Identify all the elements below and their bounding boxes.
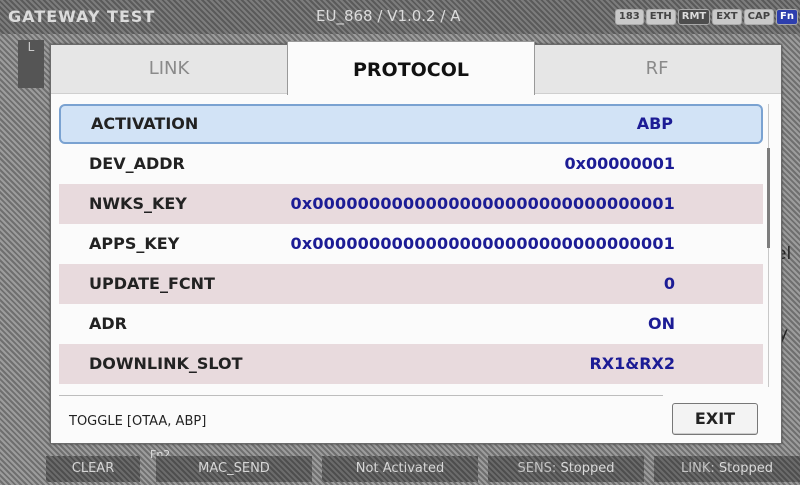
setting-label: UPDATE_FCNT [89, 274, 215, 293]
setting-row-activation[interactable]: ACTIVATION ABP [59, 104, 763, 144]
link-status-softkey[interactable]: LINK: Stopped [654, 456, 800, 482]
softkey-label: CLEAR [71, 461, 115, 476]
status-badges: 183 ETH RMT EXT CAP Fn [614, 9, 798, 25]
protocol-settings-dialog: LINK PROTOCOL RF ACTIVATION ABP DEV_ADDR… [50, 41, 782, 444]
setting-value: 0x00000001 [564, 154, 675, 173]
softkey-label: Not Activated [355, 461, 445, 476]
tab-link[interactable]: LINK [51, 45, 287, 93]
version-info: EU_868 / V1.0.2 / A [316, 7, 461, 25]
setting-value: 0 [663, 274, 675, 293]
status-badge-183: 183 [614, 9, 644, 25]
softkey-value: Stopped [560, 461, 615, 476]
clear-softkey[interactable]: CLEAR [46, 456, 140, 482]
setting-row-adr[interactable]: ADR ON [59, 304, 763, 344]
setting-value: RX1&RX2 [589, 354, 675, 373]
status-badge-eth: ETH [645, 9, 676, 25]
tab-bar: LINK PROTOCOL RF [51, 41, 781, 95]
settings-list: ACTIVATION ABP DEV_ADDR 0x00000001 NWKS_… [59, 104, 763, 387]
list-scrollbar[interactable] [766, 104, 771, 387]
mac-send-softkey[interactable]: MAC_SEND [156, 456, 312, 482]
softkey-bar: CLEAR Fn2 MAC_SEND Not Activated SENS: S… [0, 448, 800, 485]
setting-value: 0x00000000000000000000000000000001 [290, 234, 675, 253]
setting-label: ADR [89, 314, 127, 333]
left-menu-tab-label: L [27, 40, 35, 54]
tab-rf[interactable]: RF [533, 45, 781, 93]
tab-protocol[interactable]: PROTOCOL [287, 41, 535, 95]
setting-label: ACTIVATION [91, 114, 199, 133]
left-menu-tab[interactable]: L [18, 40, 44, 88]
setting-row-downlink-slot[interactable]: DOWNLINK_SLOT RX1&RX2 [59, 344, 763, 384]
softkey-value: Stopped [718, 461, 773, 476]
setting-label: APPS_KEY [89, 234, 180, 253]
setting-row-dev-addr[interactable]: DEV_ADDR 0x00000001 [59, 144, 763, 184]
setting-row-nwks-key[interactable]: NWKS_KEY 0x00000000000000000000000000000… [59, 184, 763, 224]
setting-label: DEV_ADDR [89, 154, 185, 173]
setting-value: ABP [636, 114, 673, 133]
sens-status-softkey[interactable]: SENS: Stopped [488, 456, 644, 482]
title-bar: GATEWAY TEST EU_868 / V1.0.2 / A 183 ETH… [0, 0, 800, 34]
divider [59, 395, 663, 396]
activation-status-softkey[interactable]: Not Activated [322, 456, 478, 482]
setting-value: ON [648, 314, 675, 333]
status-badge-ext: EXT [712, 9, 742, 25]
setting-label: NWKS_KEY [89, 194, 187, 213]
setting-label: DOWNLINK_SLOT [89, 354, 243, 373]
scrollbar-thumb[interactable] [767, 148, 770, 248]
exit-button[interactable]: EXIT [672, 403, 758, 435]
status-badge-cap: CAP [743, 9, 775, 25]
help-hint: TOGGLE [OTAA, ABP] [69, 414, 207, 429]
app-title: GATEWAY TEST [8, 7, 156, 26]
softkey-key: SENS: [517, 461, 557, 476]
softkey-label: MAC_SEND [198, 461, 270, 476]
setting-row-apps-key[interactable]: APPS_KEY 0x00000000000000000000000000000… [59, 224, 763, 264]
setting-row-update-fcnt[interactable]: UPDATE_FCNT 0 [59, 264, 763, 304]
softkey-key: LINK: [681, 461, 715, 476]
status-badge-fn: Fn [776, 9, 798, 25]
setting-value: 0x00000000000000000000000000000001 [290, 194, 675, 213]
status-badge-rmt: RMT [677, 9, 711, 25]
